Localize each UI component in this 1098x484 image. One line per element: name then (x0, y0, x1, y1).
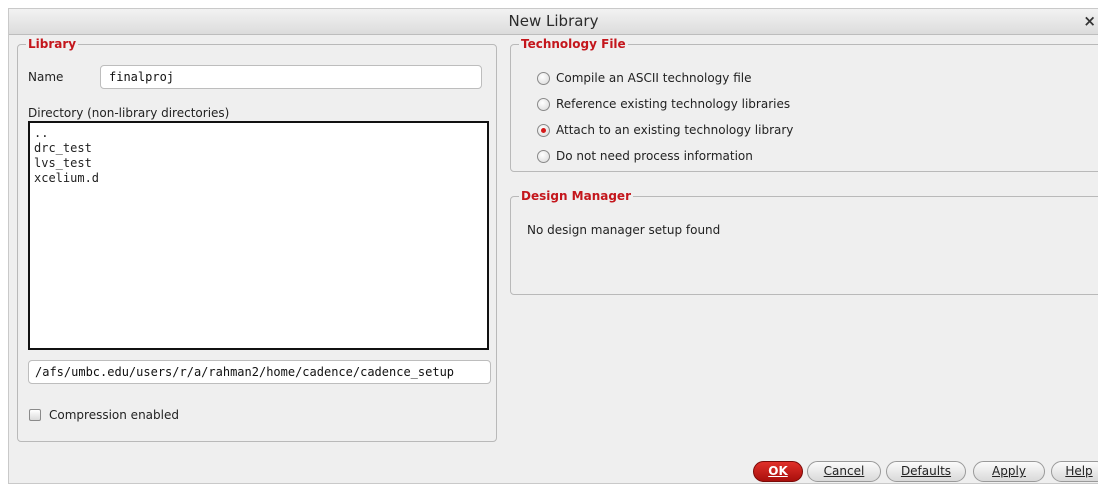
design-manager-message: No design manager setup found (527, 223, 721, 237)
defaults-button[interactable]: Defaults (886, 461, 966, 482)
design-manager-group: Design Manager No design manager setup f… (510, 189, 1098, 295)
window-title: New Library (508, 12, 599, 30)
radio-label: Compile an ASCII technology file (556, 71, 752, 85)
radio-button[interactable] (537, 150, 550, 163)
ok-button[interactable]: OK (753, 461, 803, 482)
radio-label: Reference existing technology libraries (556, 97, 791, 111)
list-item[interactable]: xcelium.d (34, 171, 483, 186)
radio-label: Do not need process information (556, 149, 753, 163)
radio-label: Attach to an existing technology library (556, 123, 794, 137)
help-button[interactable]: Help (1051, 461, 1098, 482)
defaults-button-label: Defaults (900, 464, 952, 478)
directory-label: Directory (non-library directories) (28, 106, 230, 120)
apply-button[interactable]: Apply (973, 461, 1045, 482)
close-icon[interactable]: × (1083, 12, 1096, 30)
technology-file-legend: Technology File (519, 37, 628, 51)
library-group: Library Name finalproj Directory (non-li… (17, 37, 497, 442)
list-item[interactable]: .. (34, 126, 483, 141)
help-button-label: Help (1065, 464, 1093, 478)
radio-button[interactable] (537, 98, 550, 111)
cancel-button[interactable]: Cancel (807, 461, 881, 482)
title-bar[interactable]: New Library × (9, 9, 1098, 35)
ok-button-label: OK (768, 464, 788, 478)
directory-list[interactable]: .. drc_test lvs_test xcelium.d (28, 121, 489, 350)
library-legend: Library (26, 37, 79, 51)
name-input[interactable]: finalproj (100, 65, 482, 89)
compression-label: Compression enabled (49, 408, 179, 422)
new-library-dialog: New Library × Library Name finalproj Dir… (8, 8, 1098, 484)
directory-path-field[interactable]: /afs/umbc.edu/users/r/a/rahman2/home/cad… (28, 360, 491, 384)
technology-file-group: Technology File Compile an ASCII technol… (510, 37, 1098, 172)
radio-button[interactable] (537, 72, 550, 85)
apply-button-label: Apply (992, 464, 1026, 478)
list-item[interactable]: drc_test (34, 141, 483, 156)
name-label: Name (28, 70, 64, 84)
design-manager-legend: Design Manager (519, 189, 633, 203)
cancel-button-label: Cancel (823, 464, 865, 478)
radio-button-selected[interactable] (537, 124, 550, 137)
compression-checkbox[interactable] (29, 409, 41, 421)
list-item[interactable]: lvs_test (34, 156, 483, 171)
